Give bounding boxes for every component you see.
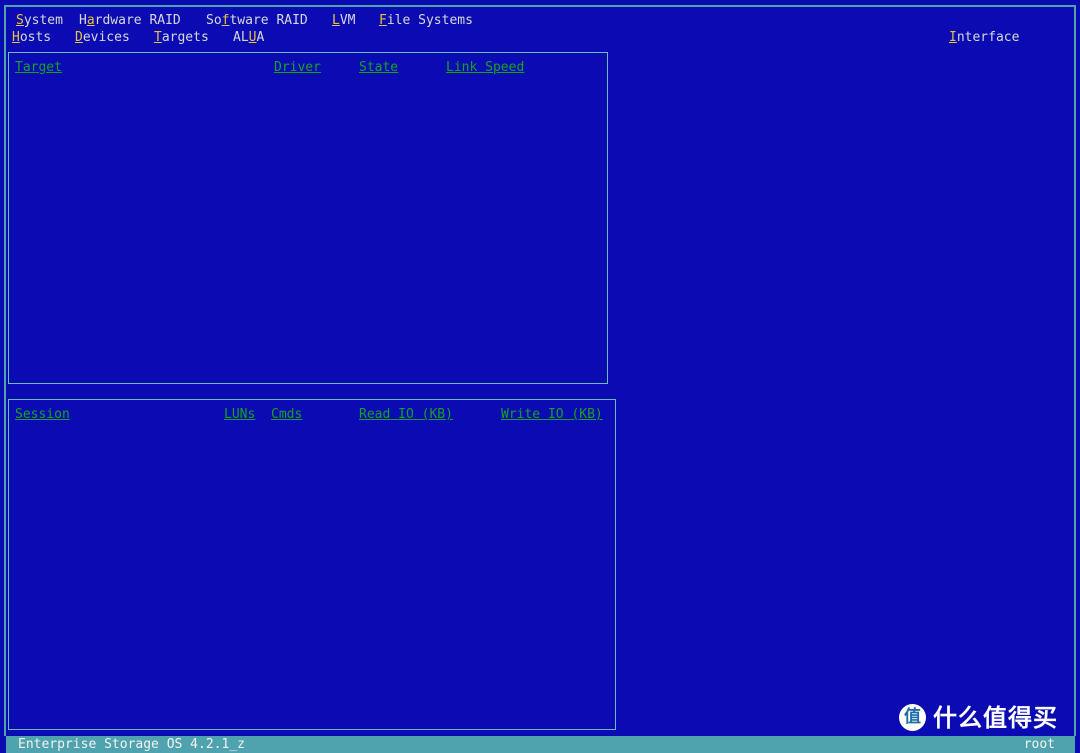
watermark-logo-icon: 值 [899,704,926,731]
menu-item-file-systems[interactable]: File Systems [379,13,473,29]
menu-item-label: argets [161,30,209,45]
column-header-target[interactable]: Target [15,60,62,76]
menu-bar: System Hardware RAID Software RAID LVM File … [8,13,1070,47]
status-bar: Enterprise Storage OS 4.2.1_z root [6,736,1075,753]
menu-accelerator-key: a [86,13,95,28]
menu-item-software-raid[interactable]: Software RAID [206,13,308,29]
window-frame-top [6,5,1075,7]
menu-accelerator-key: S [16,13,24,28]
menu-item-interface[interactable]: Interface [949,30,1019,46]
menu-accelerator-key: L [332,13,340,28]
menu-item-label: evices [82,30,130,45]
menu-item-label: VM [339,13,356,28]
menu-item-lvm[interactable]: LVM [332,13,355,29]
menu-accelerator-key: H [12,30,20,45]
status-user: root [1023,737,1055,752]
menu-item-label: A [256,30,265,45]
menu-item-system[interactable]: System [16,13,63,29]
menu-item-hardware-raid[interactable]: Hardware RAID [79,13,181,29]
menu-accelerator-key: T [154,30,162,45]
window-frame-right [1074,5,1076,736]
menu-row-secondary: Hosts Devices Targets ALUA Interface [8,30,1070,47]
terminal-screen: System Hardware RAID Software RAID LVM File … [0,0,1080,753]
menu-item-hosts[interactable]: Hosts [12,30,51,46]
menu-item-label: ile Systems [386,13,473,28]
menu-item-label: nterface [956,30,1020,45]
column-header-link-speed[interactable]: Link Speed [446,60,524,76]
menu-item-label: ystem [23,13,63,28]
watermark: 值 什么值得买 [899,704,1058,731]
sessions-column-headers: Session LUNs Cmds Read IO (KB) Write IO (KB) [9,407,615,425]
sessions-panel: Session LUNs Cmds Read IO (KB) Write IO (KB) [8,399,616,730]
menu-row-primary: System Hardware RAID Software RAID LVM File … [8,13,1070,30]
watermark-text: 什么值得买 [933,703,1058,732]
menu-accelerator-key: D [75,30,83,45]
menu-item-devices[interactable]: Devices [75,30,130,46]
targets-panel: Target Driver State Link Speed [8,52,608,384]
column-header-luns[interactable]: LUNs [224,407,255,423]
column-header-driver[interactable]: Driver [274,60,321,76]
column-header-write-io-kb[interactable]: Write IO (KB) [501,407,603,423]
menu-item-label: AL [233,30,249,45]
window-frame-left [4,5,6,736]
menu-item-label: rdware RAID [94,13,181,28]
menu-accelerator-key: I [949,30,957,45]
menu-item-label: So [206,13,222,28]
targets-column-headers: Target Driver State Link Speed [9,60,607,78]
column-header-session[interactable]: Session [15,407,70,423]
status-app-version: Enterprise Storage OS 4.2.1_z [18,737,245,752]
menu-item-alua[interactable]: ALUA [233,30,264,46]
menu-accelerator-key: F [379,13,387,28]
column-header-cmds[interactable]: Cmds [271,407,302,423]
menu-item-label: H [79,13,87,28]
column-header-state[interactable]: State [359,60,398,76]
column-header-read-io-kb[interactable]: Read IO (KB) [359,407,453,423]
menu-item-label: osts [19,30,52,45]
menu-item-targets[interactable]: Targets [154,30,209,46]
menu-item-label: tware RAID [229,13,308,28]
